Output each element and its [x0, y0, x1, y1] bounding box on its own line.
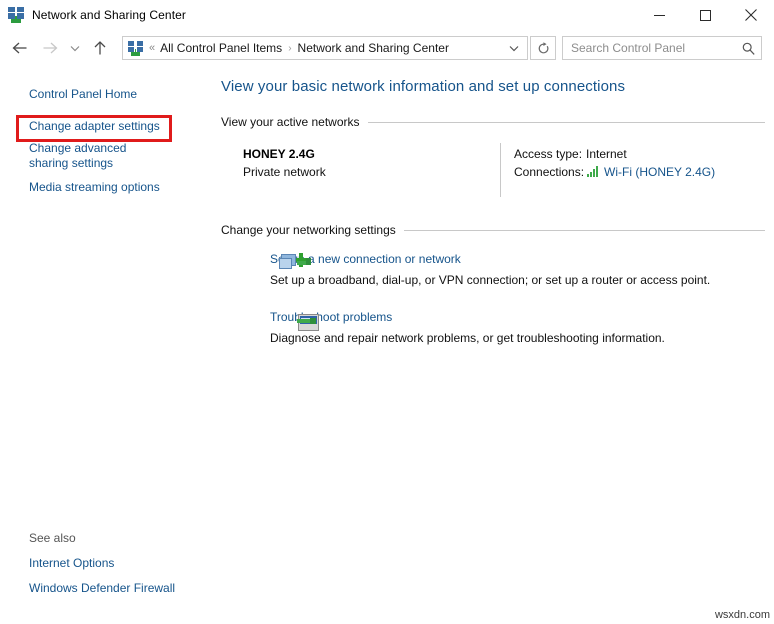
back-button[interactable]	[8, 33, 32, 63]
close-button[interactable]	[728, 0, 774, 30]
forward-button[interactable]	[38, 33, 62, 63]
access-type-row: Access type: Internet	[514, 145, 715, 163]
window-title: Network and Sharing Center	[32, 8, 187, 22]
active-networks-section-header: View your active networks	[221, 115, 765, 129]
networking-settings-section-label: Change your networking settings	[221, 223, 396, 237]
access-type-value: Internet	[586, 147, 627, 161]
action-troubleshoot-problems[interactable]: Troubleshoot problems Diagnose and repai…	[212, 309, 774, 353]
network-details-divider	[500, 143, 501, 197]
page-title: View your basic network information and …	[221, 78, 626, 95]
connection-link-wifi[interactable]: Wi-Fi (HONEY 2.4G)	[604, 165, 715, 179]
watermark: wsxdn.com	[714, 609, 770, 621]
search-icon[interactable]	[742, 42, 755, 55]
action-title-troubleshoot-problems[interactable]: Troubleshoot problems	[270, 310, 392, 324]
sidebar-item-change-adapter-settings[interactable]: Change adapter settings	[0, 119, 212, 134]
section-divider	[403, 229, 765, 231]
address-bar[interactable]: « All Control Panel Items › Network and …	[122, 36, 528, 60]
breadcrumb-item-network-and-sharing-center[interactable]: Network and Sharing Center	[298, 41, 449, 55]
search-placeholder: Search Control Panel	[571, 41, 686, 55]
connections-row: Connections: Wi-Fi (HONEY 2.4G)	[514, 163, 715, 181]
search-input[interactable]: Search Control Panel	[562, 36, 762, 60]
see-also-link-internet-options[interactable]: Internet Options	[0, 555, 212, 571]
sidebar-item-control-panel-home[interactable]: Control Panel Home	[0, 87, 212, 102]
address-chevron-down-icon[interactable]	[505, 45, 523, 52]
access-type-label: Access type:	[514, 147, 583, 161]
maximize-button[interactable]	[682, 0, 728, 30]
action-description-troubleshoot-problems: Diagnose and repair network problems, or…	[270, 331, 665, 345]
sidebar-item-media-streaming-options[interactable]: Media streaming options	[0, 180, 212, 195]
network-icon	[8, 7, 24, 23]
address-network-icon	[128, 40, 143, 56]
window-controls	[636, 0, 774, 30]
navigation-bar: « All Control Panel Items › Network and …	[0, 30, 774, 66]
breadcrumb-separator-icon: ›	[288, 42, 292, 54]
sidebar-item-change-advanced-sharing-settings[interactable]: Change advanced sharing settings	[0, 141, 150, 171]
minimize-button[interactable]	[636, 0, 682, 30]
up-button[interactable]	[88, 33, 112, 63]
wifi-signal-bars-icon	[586, 166, 600, 178]
see-also-link-windows-defender-firewall[interactable]: Windows Defender Firewall	[0, 580, 212, 596]
network-details: Access type: Internet Connections: Wi-Fi…	[514, 145, 715, 181]
content-pane: View your basic network information and …	[212, 66, 774, 624]
recent-locations-chevron-down-icon[interactable]	[66, 33, 84, 63]
breadcrumb-item-all-control-panel-items[interactable]: All Control Panel Items	[160, 41, 282, 55]
network-profile-type: Private network	[243, 165, 326, 179]
refresh-button[interactable]	[530, 36, 556, 60]
networking-settings-section-header: Change your networking settings	[221, 223, 765, 237]
connections-label: Connections:	[514, 165, 585, 179]
active-networks-section-label: View your active networks	[221, 115, 360, 129]
active-network-entry: HONEY 2.4G Private network Access type: …	[212, 143, 774, 203]
network-name: HONEY 2.4G	[243, 147, 315, 161]
action-description-set-up-new-connection: Set up a broadband, dial-up, or VPN conn…	[270, 273, 711, 287]
see-also-section: See also Internet Options Windows Defend…	[0, 530, 212, 596]
section-divider	[367, 121, 765, 123]
breadcrumb-overflow-icon[interactable]: «	[149, 42, 155, 54]
action-set-up-new-connection[interactable]: Set up a new connection or network Set u…	[212, 251, 774, 295]
see-also-title: See also	[29, 531, 76, 545]
